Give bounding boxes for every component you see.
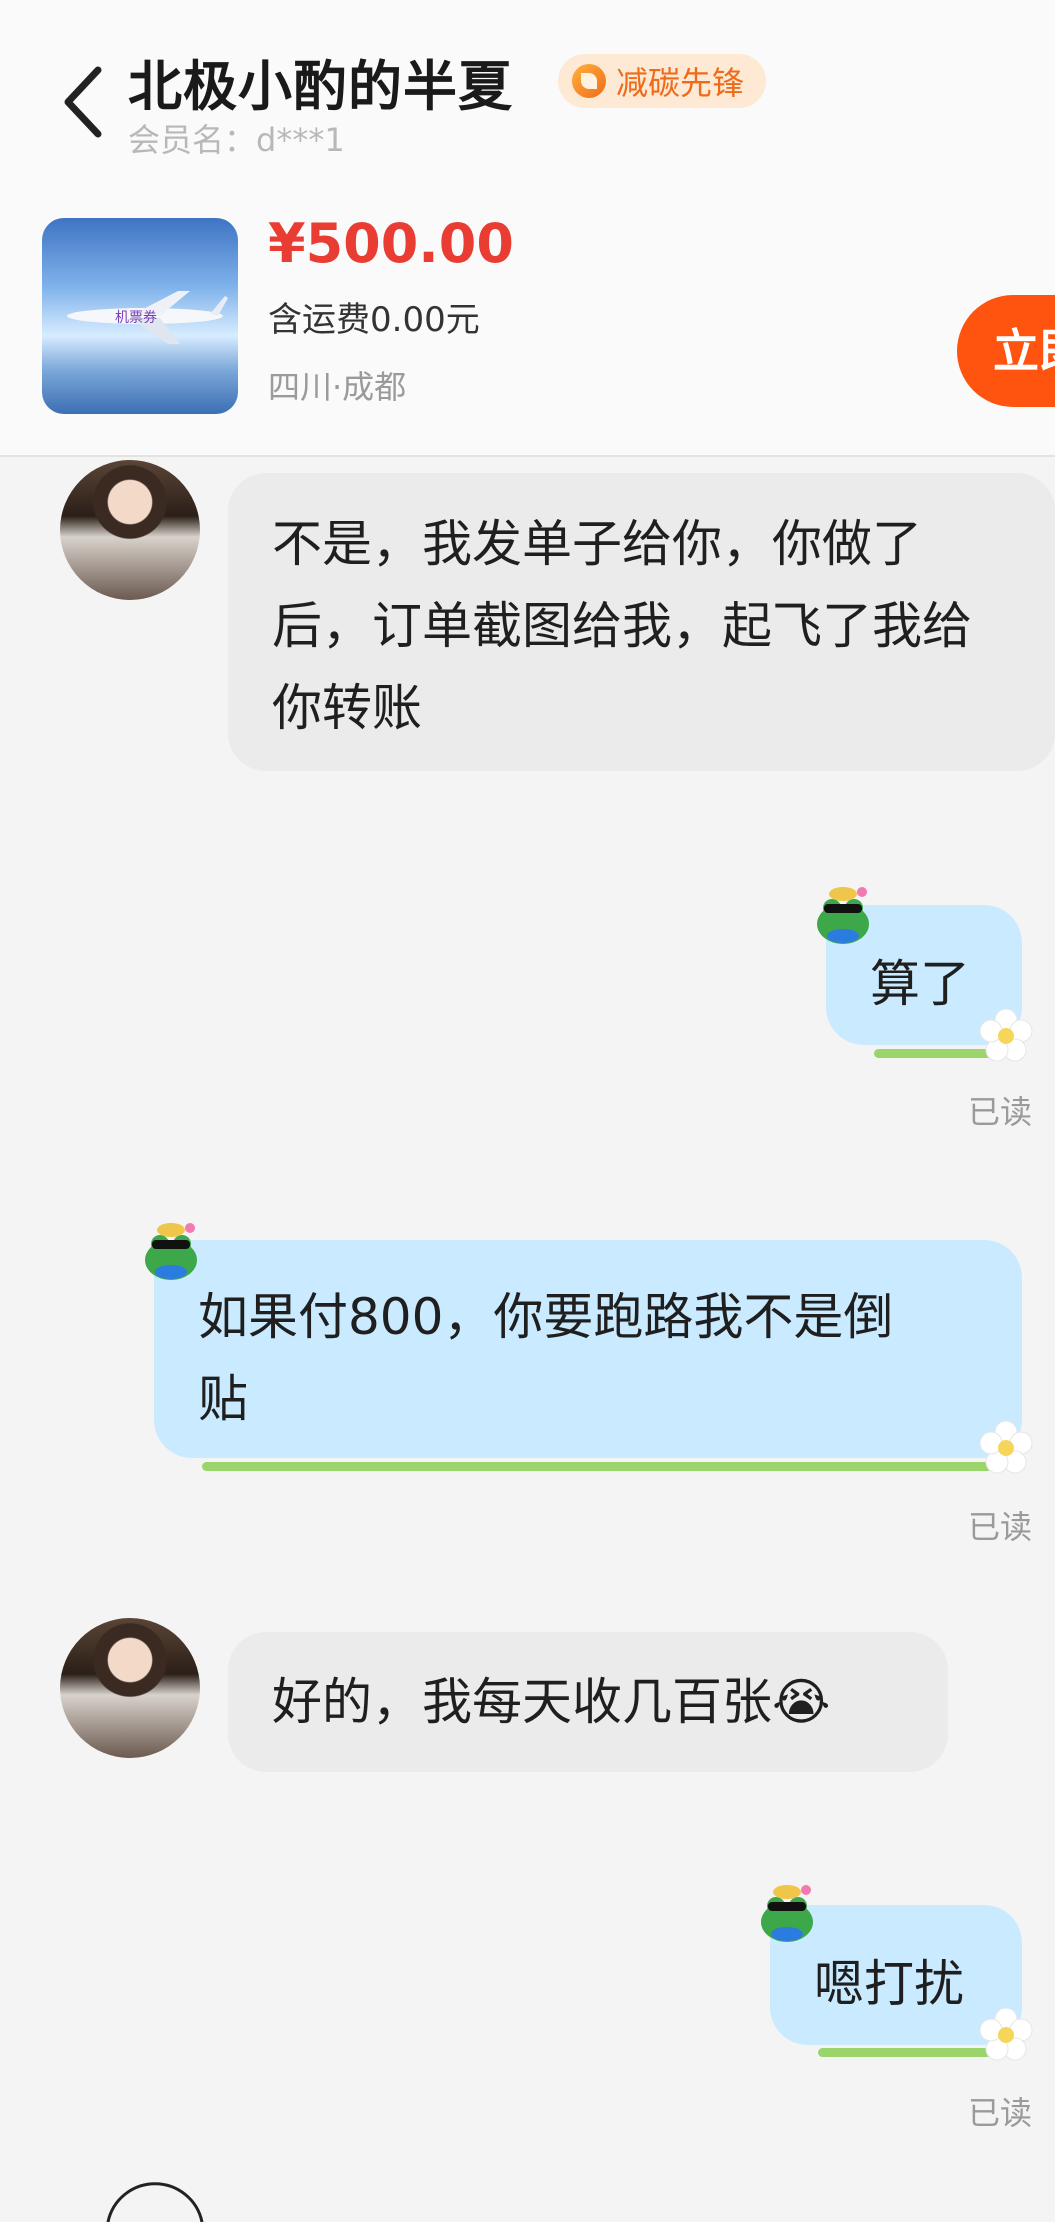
flower-icon (979, 2007, 1033, 2061)
product-image-label: 机票券 (115, 310, 157, 326)
read-status: 已读 (968, 1508, 1033, 1546)
message-line: 如果付800，你要跑路我不是倒 (198, 1288, 894, 1346)
message-line: 不是，我发单子给你，你做了 (272, 515, 922, 573)
decor-stripe (818, 2048, 992, 2057)
message-line: 你转账 (272, 679, 422, 737)
read-status: 已读 (968, 2094, 1033, 2132)
seller-location: 四川·成都 (268, 368, 407, 406)
partial-avatar-outline (106, 2182, 204, 2222)
back-chevron-icon[interactable] (58, 62, 108, 142)
shipping-info: 含运费0.00元 (268, 300, 480, 340)
frog-sticker-icon (761, 1885, 813, 1942)
message-bubble-outgoing[interactable]: 如果付800，你要跑路我不是倒 贴 (154, 1240, 1022, 1458)
member-name: 会员名：d***1 (128, 121, 345, 159)
read-status: 已读 (968, 1093, 1033, 1131)
frog-sticker-icon (817, 887, 869, 944)
product-thumbnail[interactable]: 机票券 (42, 218, 238, 414)
message-text: 好的，我每天收几百张😭 (272, 1673, 831, 1731)
message-bubble-incoming[interactable]: 不是，我发单子给你，你做了 后，订单截图给我，起飞了我给 你转账 (228, 473, 1055, 771)
chat-header: 北极小酌的半夏 减碳先锋 会员名：d***1 机票券 ¥500.00 含运费0.… (0, 0, 1055, 457)
message-text: 算了 (870, 955, 970, 1013)
decor-stripe (874, 1049, 992, 1058)
flower-icon (979, 1008, 1033, 1062)
leaf-icon (572, 64, 606, 98)
message-text: 嗯打扰 (814, 1955, 964, 2013)
carbon-badge[interactable]: 减碳先锋 (558, 54, 767, 108)
seller-avatar[interactable] (60, 1618, 200, 1758)
message-line: 贴 (198, 1370, 248, 1428)
message-bubble-incoming[interactable]: 好的，我每天收几百张😭 (228, 1632, 948, 1772)
airplane-image: 机票券 (67, 291, 228, 344)
message-line: 后，订单截图给我，起飞了我给 (272, 597, 972, 655)
frog-sticker-icon (145, 1223, 197, 1280)
decor-stripe (202, 1462, 992, 1471)
carbon-badge-label: 减碳先锋 (616, 64, 745, 102)
flower-icon (979, 1420, 1033, 1474)
seller-avatar[interactable] (60, 460, 200, 600)
buy-now-button[interactable]: 立即 (957, 295, 1055, 407)
seller-name[interactable]: 北极小酌的半夏 (128, 42, 513, 121)
product-price: ¥500.00 (268, 212, 514, 275)
